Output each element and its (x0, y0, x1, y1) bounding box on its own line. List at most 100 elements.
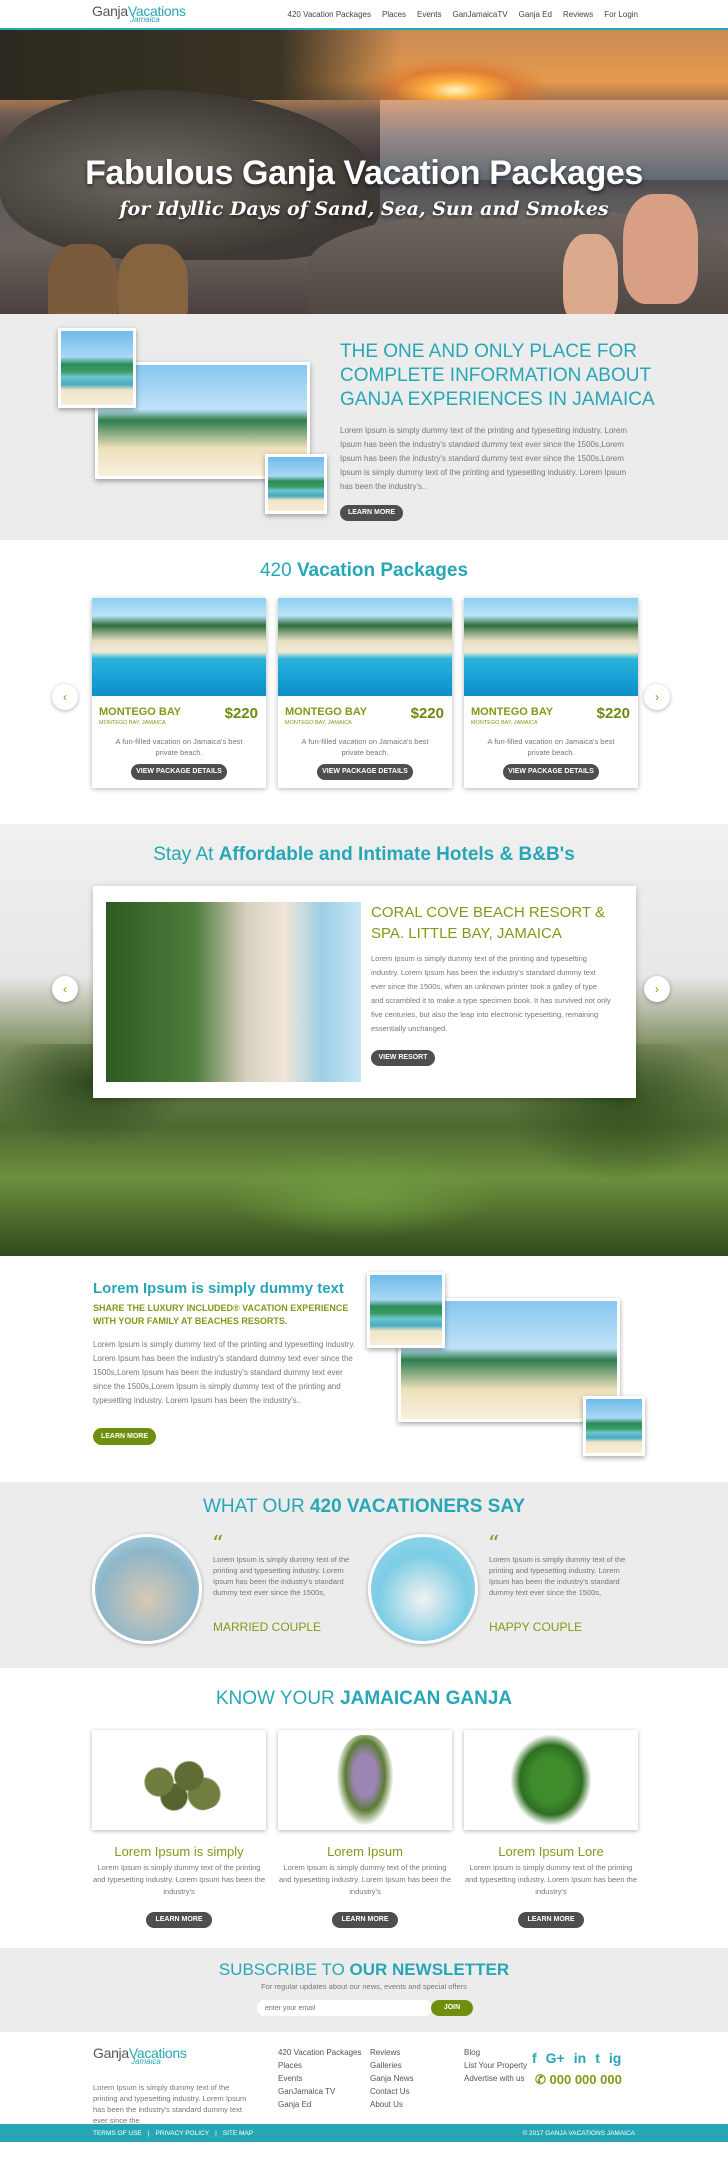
social-links: f G+ in t ig (532, 2050, 621, 2066)
nav-ganja-ed[interactable]: Ganja Ed (519, 10, 552, 19)
nav-login[interactable]: For Login (604, 10, 638, 19)
hero-foot (48, 244, 118, 314)
footer-link[interactable]: Ganja Ed (278, 2100, 361, 2109)
footer-link[interactable]: Advertise with us (464, 2074, 527, 2083)
ganja-title-bold: JAMAICAN GANJA (340, 1688, 513, 1709)
site-logo[interactable]: GanjaVacations Jamaica (92, 4, 186, 24)
view-package-button[interactable]: VIEW PACKAGE DETAILS (131, 764, 227, 780)
packages-title-plain: 420 (259, 560, 297, 581)
luxury-learn-more-button[interactable]: LEARN MORE (93, 1428, 156, 1445)
view-package-button[interactable]: VIEW PACKAGE DETAILS (503, 764, 599, 780)
luxury-text: Lorem Ipsum is simply dummy text of the … (93, 1340, 356, 1405)
footer-logo[interactable]: GanjaVacations Jamaica (93, 2046, 187, 2066)
packages-prev-arrow[interactable]: ‹ (52, 684, 78, 710)
ganja-card-title: Lorem Ipsum is simply (114, 1844, 244, 1859)
package-price: $220 (596, 705, 630, 722)
phone-icon: ✆ (535, 2072, 550, 2087)
cannabis-leaf-image (511, 1735, 591, 1825)
packages-title-bold: Vacation Packages (296, 560, 469, 581)
newsletter-subtitle: For regular updates about our news, even… (261, 1982, 467, 1991)
footer-link[interactable]: 420 Vacation Packages (278, 2048, 361, 2057)
privacy-link[interactable]: PRIVACY POLICY (155, 2130, 209, 2137)
luxury-section: Lorem Ipsum is simply dummy text SHARE T… (0, 1256, 728, 1482)
intro-photo-small (58, 328, 136, 408)
intro-title: THE ONE AND ONLY PLACE FOR COMPLETE INFO… (340, 341, 655, 410)
newsletter-title-plain: SUBSCRIBE TO (218, 1960, 350, 1979)
twitter-icon[interactable]: t (595, 2050, 600, 2066)
nav-reviews[interactable]: Reviews (563, 10, 593, 19)
facebook-icon[interactable]: f (532, 2050, 537, 2066)
footer-link[interactable]: Galleries (370, 2061, 414, 2070)
separator: | (147, 2129, 150, 2137)
testimonial-text: Lorem Ipsum is simply dummy text of the … (489, 1555, 626, 1597)
intro-section: THE ONE AND ONLY PLACE FOR COMPLETE INFO… (0, 314, 728, 540)
package-image (464, 598, 638, 696)
view-resort-button[interactable]: VIEW RESORT (371, 1050, 435, 1066)
hotels-title-plain: Stay At (153, 844, 219, 865)
logo-main: Ganja (93, 2045, 129, 2061)
package-location: MONTEGO BAY, JAMAICA (471, 720, 538, 726)
footer-links-col2: Reviews Galleries Ganja News Contact Us … (370, 2048, 414, 2109)
hotel-desc: Lorem Ipsum is simply dummy text of the … (371, 954, 611, 1033)
nav-places[interactable]: Places (382, 10, 406, 19)
google-plus-icon[interactable]: G+ (546, 2050, 565, 2066)
footer-link[interactable]: Blog (464, 2048, 527, 2057)
hotels-next-arrow[interactable]: › (644, 976, 670, 1002)
nav-events[interactable]: Events (417, 10, 441, 19)
package-name: MONTEGO BAY (99, 706, 182, 718)
package-price: $220 (224, 705, 258, 722)
hero-trees (0, 30, 400, 100)
package-price: $220 (410, 705, 444, 722)
footer-link[interactable]: List Your Property (464, 2061, 527, 2070)
nav-tv[interactable]: GanJamaicaTV (452, 10, 507, 19)
ganja-title-plain: KNOW YOUR (215, 1688, 341, 1709)
footer-link[interactable]: Reviews (370, 2048, 414, 2057)
luxury-title: Lorem Ipsum is simply dummy text (93, 1280, 344, 1297)
ganja-section: KNOW YOUR JAMAICAN GANJA Lorem Ipsum is … (0, 1668, 728, 1948)
package-name: MONTEGO BAY (285, 706, 368, 718)
testimonials-title: WHAT OUR 420 VACATIONERS SAY (0, 1496, 728, 1518)
hotels-prev-arrow[interactable]: ‹ (52, 976, 78, 1002)
footer-link[interactable]: Contact Us (370, 2087, 414, 2096)
ganja-card-text: Lorem Ipsum is simply dummy text of the … (464, 1863, 638, 1896)
logo-sub: Jamaica (131, 2057, 161, 2066)
separator: | (215, 2129, 217, 2137)
terms-link[interactable]: TERMS OF USE (93, 2130, 142, 2137)
footer-link[interactable]: Places (278, 2061, 361, 2070)
testimonial-photo (368, 1534, 478, 1644)
package-desc: A fun-filled vacation on Jamaica's best … (301, 737, 429, 757)
newsletter-join-button[interactable]: JOIN (431, 2000, 473, 2016)
instagram-icon[interactable]: ig (609, 2050, 621, 2066)
testimonials-section: WHAT OUR 420 VACATIONERS SAY “ Lorem Ips… (0, 1482, 728, 1668)
newsletter-title-bold: OUR NEWSLETTER (349, 1960, 510, 1979)
footer-link[interactable]: About Us (370, 2100, 414, 2109)
ganja-learn-more-button[interactable]: LEARN MORE (518, 1912, 584, 1928)
linkedin-icon[interactable]: in (574, 2050, 586, 2066)
site-footer: GanjaVacations Jamaica Lorem Ipsum is si… (0, 2032, 728, 2125)
package-location: MONTEGO BAY, JAMAICA (99, 720, 166, 726)
sitemap-link[interactable]: SITE MAP (223, 2130, 253, 2137)
newsletter-email-input[interactable] (257, 2000, 432, 2016)
hero-subtitle: for Idyllic Days of Sand, Sea, Sun and S… (119, 198, 609, 220)
ganja-learn-more-button[interactable]: LEARN MORE (332, 1912, 398, 1928)
intro-photo-small (265, 454, 327, 514)
packages-next-arrow[interactable]: › (644, 684, 670, 710)
intro-learn-more-button[interactable]: LEARN MORE (340, 505, 403, 521)
hotel-card: CORAL COVE BEACH RESORT & SPA. LITTLE BA… (93, 886, 636, 1098)
footer-links-col3: Blog List Your Property Advertise with u… (464, 2048, 527, 2083)
hero-banner: Fabulous Ganja Vacation Packages for Idy… (0, 30, 728, 314)
newsletter-title: SUBSCRIBE TO OUR NEWSLETTER (0, 1960, 728, 1980)
hotels-title-bold: Affordable and Intimate Hotels & B&B's (218, 844, 575, 865)
ganja-learn-more-button[interactable]: LEARN MORE (146, 1912, 212, 1928)
nav-packages[interactable]: 420 Vacation Packages (288, 10, 371, 19)
hero-foot (118, 244, 188, 314)
footer-links-col1: 420 Vacation Packages Places Events GanJ… (278, 2048, 361, 2109)
ganja-card-title: Lorem Ipsum (327, 1844, 403, 1859)
footer-link[interactable]: Ganja News (370, 2074, 414, 2083)
footer-link[interactable]: GanJamaica TV (278, 2087, 361, 2096)
view-package-button[interactable]: VIEW PACKAGE DETAILS (317, 764, 413, 780)
footer-link[interactable]: Events (278, 2074, 361, 2083)
package-card: MONTEGO BAY MONTEGO BAY, JAMAICA $220 A … (464, 598, 638, 788)
cannabis-buds-image (129, 1752, 229, 1812)
newsletter-section: SUBSCRIBE TO OUR NEWSLETTER For regular … (0, 1948, 728, 2032)
